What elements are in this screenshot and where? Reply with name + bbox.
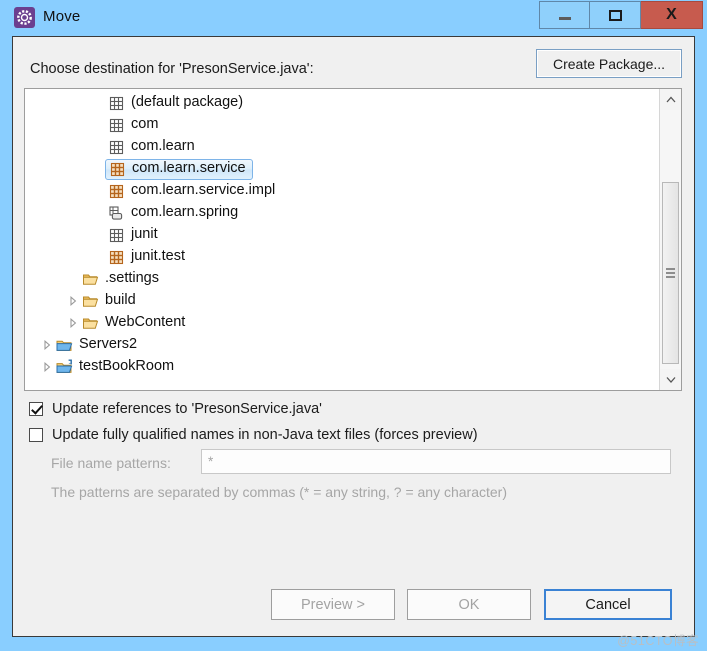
package-empty-icon [107,116,125,134]
scroll-down-icon [666,377,675,383]
watermark: @51CTO博客 [617,634,699,648]
dialog-button-row: Preview > OK Cancel [13,589,696,623]
tree-item-content: junit [105,224,164,247]
scroll-up-icon [666,96,675,103]
dialog-client-area: Choose destination for 'PresonService.ja… [12,36,695,637]
file-name-patterns-label: File name patterns: [51,455,171,471]
tree-item-content: WebContent [79,312,191,335]
tree-item[interactable]: .settings [25,268,659,290]
tree-item-content: JtestBookRoom [53,356,180,379]
tree-item-label: (default package) [131,94,244,111]
move-dialog-icon [14,7,35,28]
tree-item-content: com.learn.service.impl [105,180,281,203]
close-button[interactable]: X [641,1,703,29]
scrollbar-grip-icon [666,266,675,280]
package-full-icon [107,248,125,266]
minimize-icon [558,17,571,20]
cancel-button[interactable]: Cancel [544,589,672,620]
tree-item[interactable]: Servers2 [25,334,659,356]
close-icon: X [666,6,677,23]
tree-item-label: junit [131,226,158,243]
update-qualified-names-checkbox[interactable] [29,428,43,442]
svg-text:J: J [68,360,71,366]
tree-item-label: com.learn [131,138,195,155]
tree-item[interactable]: com [25,114,659,136]
destination-prompt: Choose destination for 'PresonService.ja… [30,61,314,77]
tree-item[interactable]: JtestBookRoom [25,356,659,378]
tree-item-content: com [105,114,164,137]
package-empty-icon [107,138,125,156]
update-qualified-names-label: Update fully qualified names in non-Java… [52,427,478,443]
window-title: Move [43,8,81,25]
tree-item-content: .settings [79,268,165,291]
file-name-patterns-input[interactable]: * [201,449,671,474]
create-package-button[interactable]: Create Package... [536,49,682,78]
scroll-down-button[interactable] [660,369,681,390]
tree-item[interactable]: com.learn.spring [25,202,659,224]
move-dialog-window: Move X Choose destination for 'PresonSer… [0,0,707,651]
folder-icon [81,314,99,332]
tree-item-content: com.learn.service [105,158,253,180]
tree-item-label: com.learn.spring [131,204,239,221]
maximize-icon [608,9,622,21]
tree-item-content: Servers2 [53,334,143,357]
tree-item[interactable]: com.learn.service.impl [25,180,659,202]
package-source-icon [107,204,125,222]
tree-item-label: junit.test [131,248,185,265]
package-empty-icon [107,94,125,112]
java-project-icon: J [55,358,73,376]
tree-item-content: com.learn.spring [105,202,244,225]
tree-item-label: testBookRoom [79,358,175,375]
package-full-icon [107,182,125,200]
tree-item[interactable]: com.learn [25,136,659,158]
update-references-checkbox[interactable] [29,402,43,416]
ok-button[interactable]: OK [407,589,531,620]
tree-item-label: Servers2 [79,336,138,353]
package-empty-icon [107,226,125,244]
tree-scrollbar[interactable] [659,89,681,390]
scroll-up-button[interactable] [660,89,681,110]
scrollbar-thumb[interactable] [662,182,679,364]
tree-item[interactable]: com.learn.service [25,158,659,180]
package-full-icon [108,160,126,178]
window-controls: X [539,1,703,29]
tree-item[interactable]: junit [25,224,659,246]
preview-button[interactable]: Preview > [271,589,395,620]
update-references-label: Update references to 'PresonService.java… [52,401,322,417]
tree-item-content: (default package) [105,92,249,115]
title-bar: Move X [0,0,707,36]
tree-item[interactable]: junit.test [25,246,659,268]
destination-tree[interactable]: (default package) com com.learn com.learn.s… [24,88,682,391]
tree-item[interactable]: build [25,290,659,312]
tree-item-label: build [105,292,136,309]
tree-item[interactable]: (default package) [25,92,659,114]
tree-item-label: com.learn.service [132,160,246,177]
tree-item-content: junit.test [105,246,191,269]
project-icon [55,336,73,354]
folder-icon [81,292,99,310]
tree-item-label: com [131,116,159,133]
minimize-button[interactable] [539,1,590,29]
file-name-patterns-hint: The patterns are separated by commas (* … [51,484,507,500]
tree-item-label: WebContent [105,314,186,331]
tree-item-label: .settings [105,270,159,287]
maximize-button[interactable] [590,1,641,29]
tree-item-content: build [79,290,142,313]
update-references-row[interactable]: Update references to 'PresonService.java… [29,401,322,417]
tree-item[interactable]: WebContent [25,312,659,334]
tree-item-content: com.learn [105,136,201,159]
tree-item-label: com.learn.service.impl [131,182,276,199]
update-qualified-names-row[interactable]: Update fully qualified names in non-Java… [29,427,478,443]
folder-icon [81,270,99,288]
